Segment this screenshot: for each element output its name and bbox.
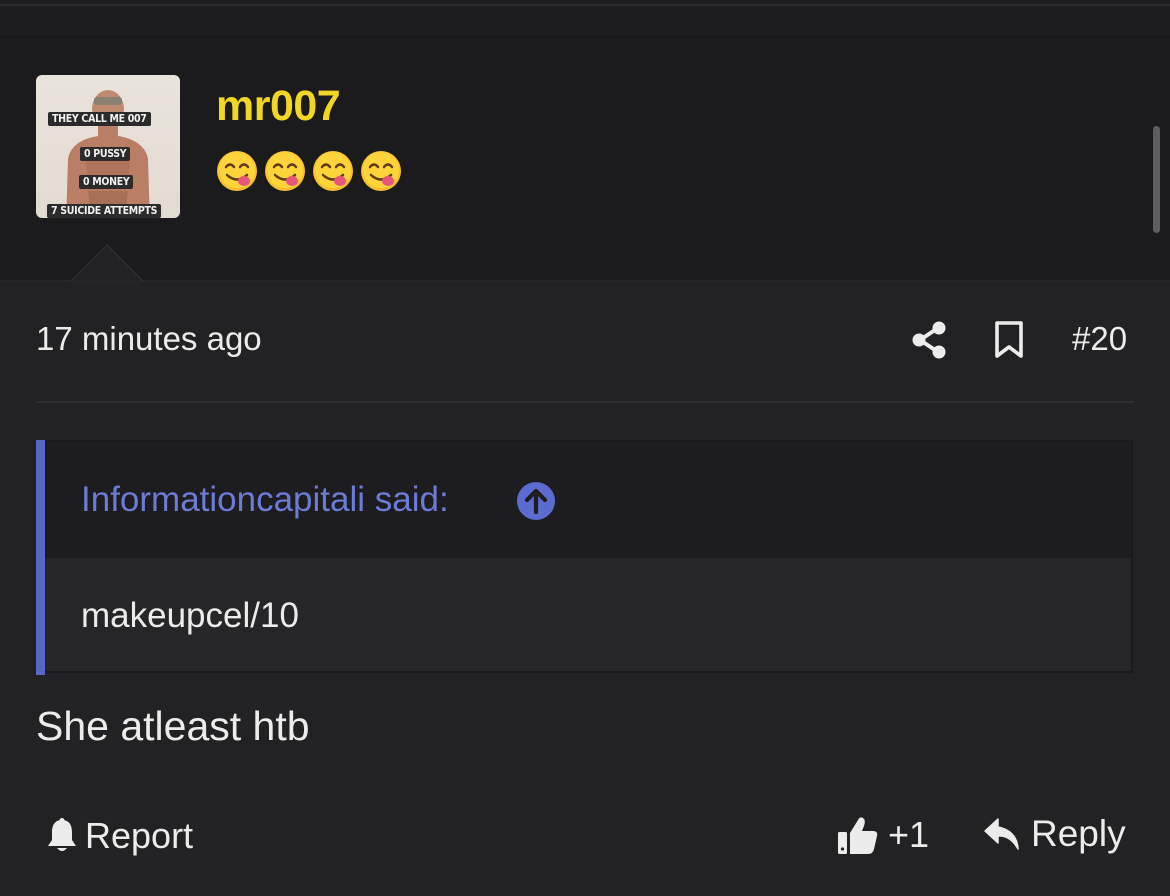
- like-button[interactable]: +1: [836, 813, 929, 857]
- bell-icon: [48, 818, 76, 851]
- yum-emoji-icon: [265, 151, 305, 191]
- report-button[interactable]: Report: [45, 815, 193, 857]
- avatar-caption: THEY CALL ME 007: [48, 112, 151, 126]
- avatar-caption: 7 SUICIDE ATTEMPTS: [47, 204, 162, 218]
- like-count: +1: [888, 814, 930, 855]
- quote-author-link[interactable]: Informationcapitali said:: [81, 480, 449, 520]
- avatar[interactable]: THEY CALL ME 007 0 PUSSY 0 MONEY 7 SUICI…: [36, 75, 180, 218]
- yum-emoji-icon: [217, 151, 257, 191]
- user-title-emoji: [216, 150, 402, 196]
- thumbs-up-icon: [838, 817, 878, 854]
- reply-icon: [984, 818, 1019, 850]
- avatar-caption: 0 PUSSY: [80, 147, 131, 161]
- post-body: She atleast htb: [36, 703, 310, 749]
- share-icon[interactable]: [909, 319, 949, 361]
- top-strip: [0, 0, 1170, 38]
- meta-divider: [36, 401, 1134, 403]
- report-label: Report: [85, 815, 194, 856]
- post-timestamp[interactable]: 17 minutes ago: [36, 320, 262, 358]
- reply-button[interactable]: Reply: [983, 813, 1126, 855]
- post-number-link[interactable]: #20: [1072, 320, 1127, 358]
- header-pointer: [72, 246, 142, 281]
- bookmark-icon[interactable]: [992, 320, 1026, 360]
- yum-emoji-icon: [313, 151, 353, 191]
- quote-accent-bar: [36, 440, 45, 675]
- top-divider: [0, 4, 1170, 6]
- quote-block: [36, 440, 1133, 675]
- username-link[interactable]: mr007: [216, 82, 341, 131]
- yum-emoji-icon: [361, 151, 401, 191]
- scrollbar-thumb[interactable]: [1153, 126, 1160, 233]
- arrow-up-circle-icon[interactable]: [516, 481, 556, 521]
- avatar-caption: 0 MONEY: [79, 175, 134, 189]
- reply-label: Reply: [1031, 813, 1126, 854]
- quote-text: makeupcel/10: [81, 596, 299, 635]
